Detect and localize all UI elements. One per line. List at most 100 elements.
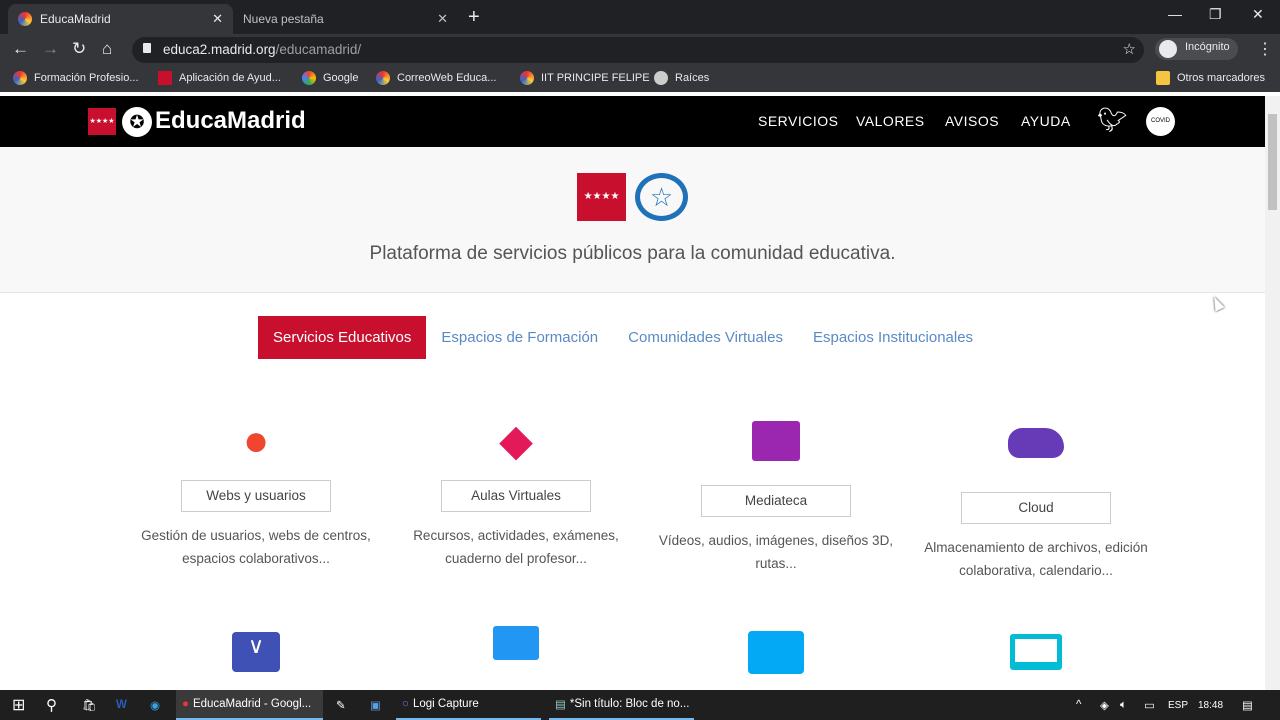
windows-taskbar: ⊞ ⚲ 🛍︎ W ◉ ● EducaMadrid - Googl... ✎ ▣ ○… xyxy=(0,690,1280,720)
nav-valores[interactable]: VALORES xyxy=(856,113,925,129)
back-icon[interactable]: ← xyxy=(12,39,29,59)
bookmark-label: CorreoWeb Educa... xyxy=(397,72,497,84)
bookmark-item[interactable]: CorreoWeb Educa... xyxy=(376,71,496,85)
nav-ayuda[interactable]: AYUDA xyxy=(1021,113,1071,129)
close-window-button[interactable]: ✕ xyxy=(1252,6,1264,23)
restore-button[interactable]: ❐ xyxy=(1209,6,1222,23)
bookmark-label: Aplicación de Ayud... xyxy=(179,72,281,84)
language-indicator[interactable]: ESP xyxy=(1162,690,1188,720)
forward-icon[interactable]: → xyxy=(42,39,59,59)
minimize-button[interactable]: — xyxy=(1168,6,1182,22)
services-tabs: Servicios Educativos Espacios de Formaci… xyxy=(258,316,988,359)
close-tab-icon[interactable]: ✕ xyxy=(212,11,223,27)
app-icon[interactable]: ✎ xyxy=(330,690,346,720)
bookmark-item[interactable]: Aplicación de Ayud... xyxy=(158,71,281,85)
educamadrid-favicon-icon xyxy=(376,71,390,85)
bookmark-label: Raíces xyxy=(675,72,710,84)
tab-servicios-educativos[interactable]: Servicios Educativos xyxy=(258,316,427,359)
scrollbar-thumb[interactable] xyxy=(1268,114,1277,210)
web-page: ★★★★ ✪ EducaMadrid SERVICIOS VALORES AVI… xyxy=(0,96,1265,690)
clapperboard-icon[interactable] xyxy=(748,421,804,471)
taskbar-app-label: Logi Capture xyxy=(412,698,479,710)
twitter-icon[interactable]: 🐦︎ xyxy=(1097,106,1128,135)
aulas-virtuales-button[interactable]: Aulas Virtuales xyxy=(441,480,591,512)
webs-usuarios-button[interactable]: Webs y usuarios xyxy=(181,480,331,512)
bookmarks-bar: Formación Profesio... Aplicación de Ayud… xyxy=(0,64,1280,92)
nav-servicios[interactable]: SERVICIOS xyxy=(758,113,839,129)
educamadrid-favicon-icon xyxy=(13,71,27,85)
educamadrid-star-logo: ☆ xyxy=(635,173,688,221)
notifications-icon[interactable]: ▤ xyxy=(1236,690,1253,720)
card-description: Almacenamiento de archivos, edición cola… xyxy=(924,540,1148,578)
tab-label: EducaMadrid xyxy=(40,12,111,26)
madrid-flag-logo: ★★★★ xyxy=(577,173,626,221)
url-path: /educamadrid/ xyxy=(275,42,362,57)
tab-comunidades-virtuales[interactable]: Comunidades Virtuales xyxy=(613,316,798,359)
tray-expand-icon[interactable]: ^ xyxy=(1070,690,1081,720)
educamadrid-star-logo[interactable]: ✪ xyxy=(122,107,152,137)
educamadrid-favicon-icon xyxy=(18,12,32,26)
nav-avisos[interactable]: AVISOS xyxy=(945,113,999,129)
incognito-button[interactable]: Incógnito xyxy=(1155,38,1238,60)
address-toolbar: ← → ↻ ⌂ educa2.madrid.org/educamadrid/☆ … xyxy=(0,34,1280,64)
clock[interactable]: 18:48 xyxy=(1192,690,1223,720)
madrid-flag-logo[interactable]: ★★★★ xyxy=(88,108,116,135)
laptop-icon[interactable] xyxy=(1010,634,1062,670)
new-tab-button[interactable]: + xyxy=(468,6,480,29)
bookmark-item[interactable]: IIT PRINCIPE FELIPE xyxy=(520,71,650,85)
service-card-mediateca: Mediateca Vídeos, audios, imágenes, dise… xyxy=(646,416,906,575)
taskbar-chrome[interactable]: ● EducaMadrid - Googl... xyxy=(176,690,323,720)
page-scrollbar[interactable] xyxy=(1265,96,1280,690)
word-icon[interactable]: W xyxy=(110,690,127,720)
mail-icon[interactable]: ∨ xyxy=(232,632,280,672)
service-card-aulas: ◆ Aulas Virtuales Recursos, actividades,… xyxy=(386,416,646,570)
bookmark-item[interactable]: Raíces xyxy=(654,71,709,85)
url-host: educa2.madrid.org xyxy=(163,42,276,57)
search-icon[interactable]: ⚲ xyxy=(40,690,57,720)
tab-label: Nueva pestaña xyxy=(243,12,324,26)
mediateca-button[interactable]: Mediateca xyxy=(701,485,851,517)
taskbar-notepad[interactable]: ▤ *Sin título: Bloc de no... xyxy=(549,690,694,720)
monitor-icon[interactable]: ▣ xyxy=(364,690,381,720)
service-card-webs: ● Webs y usuarios Gestión de usuarios, w… xyxy=(126,416,386,570)
google-icon xyxy=(302,71,316,85)
tagline: Plataforma de servicios públicos para la… xyxy=(369,243,896,264)
tab-new[interactable]: Nueva pestaña ✕ xyxy=(233,4,458,34)
start-button[interactable]: ⊞ xyxy=(6,690,25,720)
globe-icon xyxy=(654,71,668,85)
chat-icon[interactable] xyxy=(493,626,539,660)
bookmark-item[interactable]: Google xyxy=(302,71,358,85)
tab-espacios-formacion[interactable]: Espacios de Formación xyxy=(426,316,613,359)
other-bookmarks[interactable]: Otros marcadores xyxy=(1156,71,1265,85)
tab-espacios-institucionales[interactable]: Espacios Institucionales xyxy=(798,316,988,359)
edge-icon[interactable]: ◉ xyxy=(144,690,160,720)
cloud-icon[interactable] xyxy=(1008,428,1064,478)
url-bar[interactable]: educa2.madrid.org/educamadrid/ ☆ xyxy=(132,37,1144,63)
folder-icon xyxy=(1156,71,1170,85)
site-logo-text[interactable]: EducaMadrid xyxy=(155,107,306,135)
close-tab-icon[interactable]: ✕ xyxy=(437,11,448,27)
bookmark-star-icon[interactable]: ☆ xyxy=(1123,40,1136,58)
service-card-cloud: Cloud Almacenamiento de archivos, edició… xyxy=(906,416,1166,582)
taskbar-logi-capture[interactable]: ○ Logi Capture xyxy=(396,690,541,720)
cloud-button[interactable]: Cloud xyxy=(961,492,1111,524)
reload-icon[interactable]: ↻ xyxy=(72,39,86,59)
volume-icon[interactable]: 🔈︎ xyxy=(1114,690,1127,720)
lock-icon xyxy=(143,43,151,53)
bookmark-label: Formación Profesio... xyxy=(34,72,139,84)
home-icon[interactable]: ⌂ xyxy=(102,39,112,59)
menu-icon[interactable]: ⋮ xyxy=(1257,39,1273,59)
bookmark-item[interactable]: Formación Profesio... xyxy=(13,71,139,85)
graduation-cap-icon[interactable]: ◆ xyxy=(488,416,544,466)
bookmark-label: Otros marcadores xyxy=(1177,72,1266,84)
store-icon[interactable]: 🛍︎ xyxy=(76,690,97,720)
users-icon[interactable]: ● xyxy=(228,416,284,466)
contact-card-icon[interactable] xyxy=(748,631,804,674)
network-icon[interactable]: ▭ xyxy=(1138,690,1155,720)
educamadrid-favicon-icon xyxy=(520,71,534,85)
security-icon[interactable]: ◈ xyxy=(1094,690,1109,720)
notepad-icon: ▤ xyxy=(555,699,566,711)
tab-educamadrid[interactable]: EducaMadrid ✕ xyxy=(8,4,233,34)
browser-tab-bar: EducaMadrid ✕ Nueva pestaña ✕ + — ❐ ✕ xyxy=(0,0,1280,34)
covid-icon[interactable]: COVID xyxy=(1146,107,1175,136)
